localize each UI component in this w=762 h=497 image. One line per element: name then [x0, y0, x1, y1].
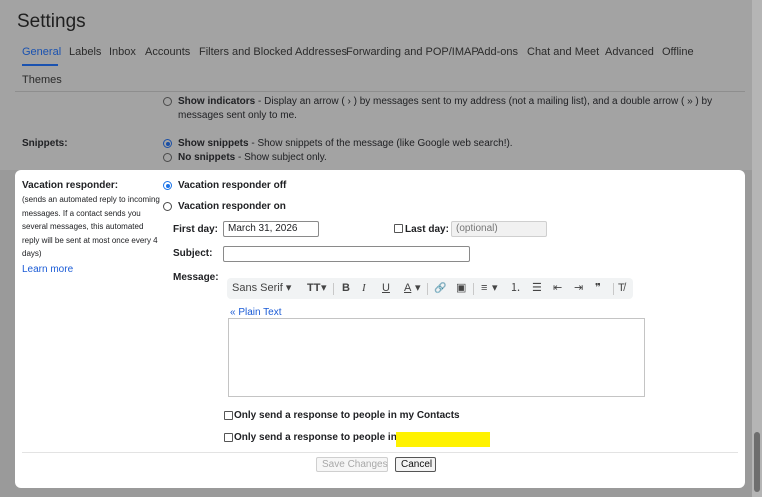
no-snippets-desc: - Show subject only. — [235, 152, 327, 163]
learn-more-link[interactable]: Learn more — [22, 264, 73, 275]
tab-inbox[interactable]: Inbox — [109, 46, 136, 58]
first-day-input[interactable]: March 31, 2026 — [223, 221, 319, 237]
tab-forwarding[interactable]: Forwarding and POP/IMAP — [346, 46, 479, 58]
numbered-list-icon[interactable]: ⒈ — [510, 281, 521, 296]
page-scrollbar[interactable] — [752, 0, 762, 497]
show-indicators-label: Show indicators — [178, 96, 256, 107]
contacts-only-label[interactable]: Only send a response to people in my Con… — [234, 410, 460, 421]
panel-divider — [22, 452, 738, 453]
scrollbar-thumb[interactable] — [754, 432, 760, 492]
quote-icon[interactable]: ❞ — [595, 281, 601, 296]
tabs-divider — [15, 91, 745, 92]
subject-label: Subject: — [173, 248, 213, 259]
tab-themes[interactable]: Themes — [22, 74, 62, 86]
show-indicators-desc: - Display an arrow ( › ) by messages sen… — [255, 96, 713, 107]
toolbar-separator — [473, 283, 474, 295]
italic-icon[interactable]: I — [362, 281, 366, 296]
show-snippets-desc: - Show snippets of the message (like Goo… — [248, 138, 513, 149]
text-color-icon[interactable]: A — [404, 281, 411, 296]
show-indicators-desc-2: messages sent only to me. — [178, 110, 297, 121]
last-day-input: (optional) — [451, 221, 547, 237]
page-title: Settings — [17, 11, 86, 32]
show-snippets-label: Show snippets — [178, 138, 249, 149]
font-family-select[interactable]: Sans Serif ▾ — [232, 281, 291, 296]
tab-chat-meet[interactable]: Chat and Meet — [527, 46, 599, 58]
font-size-icon[interactable]: TT — [307, 281, 320, 296]
bulleted-list-icon[interactable]: ☰ — [532, 281, 542, 296]
message-editor[interactable] — [228, 318, 645, 397]
domain-only-label[interactable]: Only send a response to people in — [234, 432, 397, 443]
remove-formatting-icon[interactable]: T̸ — [618, 281, 625, 296]
subject-input[interactable] — [223, 246, 470, 262]
first-day-label: First day: — [173, 224, 219, 235]
vacation-responder-panel: Vacation responder: (sends an automated … — [15, 170, 745, 488]
contacts-only-checkbox[interactable] — [224, 411, 233, 420]
vacation-on-label[interactable]: Vacation responder on — [178, 201, 286, 212]
image-icon[interactable]: ▣ — [456, 281, 466, 296]
chevron-down-icon[interactable]: ▾ — [321, 281, 327, 296]
vacation-responder-note: (sends an automated reply to incoming me… — [22, 195, 160, 258]
no-snippets-radio[interactable] — [163, 153, 172, 162]
plain-text-link[interactable]: « Plain Text — [230, 307, 282, 318]
bold-icon[interactable]: B — [342, 281, 350, 296]
formatting-toolbar: Sans Serif ▾ TT ▾ B I U A ▾ 🔗 ▣ ≡ ▾ ⒈ ☰ … — [227, 278, 633, 299]
redacted-domain-highlight — [396, 432, 490, 447]
toolbar-separator — [427, 283, 428, 295]
save-changes-button[interactable]: Save Changes — [316, 457, 388, 472]
vacation-on-radio[interactable] — [163, 202, 172, 211]
vacation-off-radio[interactable] — [163, 181, 172, 190]
message-label: Message: — [173, 272, 219, 283]
tab-general[interactable]: General — [22, 46, 61, 58]
indent-less-icon[interactable]: ⇤ — [553, 281, 562, 296]
font-family-value: Sans Serif — [232, 282, 283, 294]
tab-accounts[interactable]: Accounts — [145, 46, 190, 58]
show-snippets-radio[interactable] — [163, 139, 172, 148]
vacation-responder-label: Vacation responder: — [22, 180, 119, 191]
tab-filters[interactable]: Filters and Blocked Addresses — [199, 46, 347, 58]
domain-only-checkbox[interactable] — [224, 433, 233, 442]
tab-addons[interactable]: Add-ons — [477, 46, 518, 58]
chevron-down-icon: ▾ — [285, 282, 292, 294]
show-snippets-row: Show snippets - Show snippets of the mes… — [178, 138, 513, 149]
tab-labels[interactable]: Labels — [69, 46, 101, 58]
show-indicators-radio[interactable] — [163, 97, 172, 106]
chevron-down-icon[interactable]: ▾ — [415, 281, 421, 296]
active-tab-indicator — [22, 64, 58, 66]
chevron-down-icon[interactable]: ▾ — [492, 281, 498, 296]
tab-advanced[interactable]: Advanced — [605, 46, 654, 58]
cancel-button[interactable]: Cancel — [395, 457, 436, 472]
snippets-label: Snippets: — [22, 138, 68, 149]
no-snippets-row: No snippets - Show subject only. — [178, 152, 327, 163]
indent-more-icon[interactable]: ⇥ — [574, 281, 583, 296]
align-icon[interactable]: ≡ — [481, 281, 487, 296]
link-icon[interactable]: 🔗 — [434, 281, 446, 296]
tab-offline[interactable]: Offline — [662, 46, 694, 58]
toolbar-separator — [333, 283, 334, 295]
no-snippets-label: No snippets — [178, 152, 236, 163]
show-indicators-row: Show indicators - Display an arrow ( › )… — [178, 96, 712, 107]
last-day-checkbox[interactable] — [394, 224, 403, 233]
vacation-off-label[interactable]: Vacation responder off — [178, 180, 286, 191]
toolbar-separator — [613, 283, 614, 295]
last-day-label[interactable]: Last day: — [405, 224, 449, 235]
underline-icon[interactable]: U — [382, 281, 390, 296]
